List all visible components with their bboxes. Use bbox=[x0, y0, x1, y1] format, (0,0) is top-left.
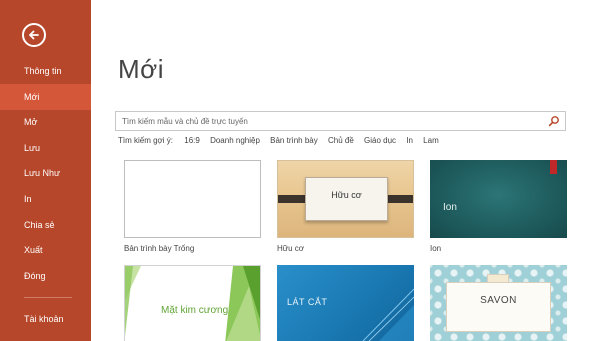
backstage-sidebar: Thông tin Mới Mở Lưu Lưu Như In Chia sẻ … bbox=[0, 0, 91, 341]
suggestion-link[interactable]: Doanh nghiệp bbox=[210, 136, 260, 145]
thumbnail-title: Mặt kim cương bbox=[161, 305, 229, 316]
template-label: Ion bbox=[430, 244, 442, 253]
nav-item-account[interactable]: Tài khoản bbox=[0, 306, 91, 332]
nav-item-share[interactable]: Chia sẻ bbox=[0, 212, 91, 238]
suggestion-link[interactable]: Lam bbox=[423, 136, 439, 145]
thumbnail-title: Ion bbox=[443, 202, 457, 213]
nav-item-print[interactable]: In bbox=[0, 186, 91, 212]
nav-item-info[interactable]: Thông tin bbox=[0, 58, 91, 84]
template-search-input[interactable] bbox=[122, 114, 542, 128]
suggestion-link[interactable]: 16:9 bbox=[184, 136, 200, 145]
template-thumbnail[interactable]: Hữu cơ bbox=[277, 160, 414, 238]
suggestion-link[interactable]: Bản trình bày bbox=[270, 136, 318, 145]
suggestion-link[interactable]: Chủ đề bbox=[328, 136, 354, 145]
template-label: Bản trình bày Trống bbox=[124, 244, 195, 253]
suggested-searches: Tìm kiếm gợi ý: 16:9 Doanh nghiệp Bản tr… bbox=[118, 136, 447, 148]
template-thumbnail[interactable] bbox=[124, 160, 261, 238]
title-card: SAVON bbox=[446, 282, 551, 332]
suggested-searches-label: Tìm kiếm gợi ý: bbox=[118, 136, 174, 145]
suggestion-link[interactable]: Giáo dục bbox=[364, 136, 396, 145]
template-thumbnail[interactable]: Ion bbox=[430, 160, 567, 238]
template-thumbnail[interactable]: LÁT CẮT bbox=[277, 265, 414, 341]
suggestion-link[interactable]: In bbox=[406, 136, 413, 145]
page-title: Mới bbox=[118, 54, 164, 84]
template-thumbnail[interactable]: SAVON bbox=[430, 265, 567, 341]
nav-item-close[interactable]: Đóng bbox=[0, 263, 91, 289]
thumbnail-title: SAVON bbox=[480, 295, 517, 306]
facet-shapes bbox=[125, 266, 260, 341]
thumbnail-title: LÁT CẮT bbox=[287, 297, 328, 307]
search-icon[interactable] bbox=[548, 115, 560, 127]
nav-item-export[interactable]: Xuất bbox=[0, 237, 91, 263]
back-button[interactable] bbox=[22, 23, 46, 47]
nav-item-save[interactable]: Lưu bbox=[0, 135, 91, 161]
template-search-box bbox=[115, 111, 566, 131]
ion-accent-tab bbox=[550, 160, 557, 174]
nav-divider bbox=[24, 297, 72, 298]
arrow-left-icon bbox=[29, 30, 39, 40]
nav-item-new[interactable]: Mới bbox=[0, 84, 91, 110]
template-label: Hữu cơ bbox=[277, 244, 305, 253]
nav-item-open[interactable]: Mở bbox=[0, 109, 91, 135]
title-plate: Hữu cơ bbox=[305, 177, 388, 221]
thumbnail-title: Hữu cơ bbox=[331, 190, 362, 200]
main-panel: Mới Tìm kiếm gợi ý: 16:9 Doanh nghiệp Bả… bbox=[91, 0, 594, 341]
nav-item-save-as[interactable]: Lưu Như bbox=[0, 160, 91, 186]
template-thumbnail[interactable]: Mặt kim cương bbox=[124, 265, 261, 341]
